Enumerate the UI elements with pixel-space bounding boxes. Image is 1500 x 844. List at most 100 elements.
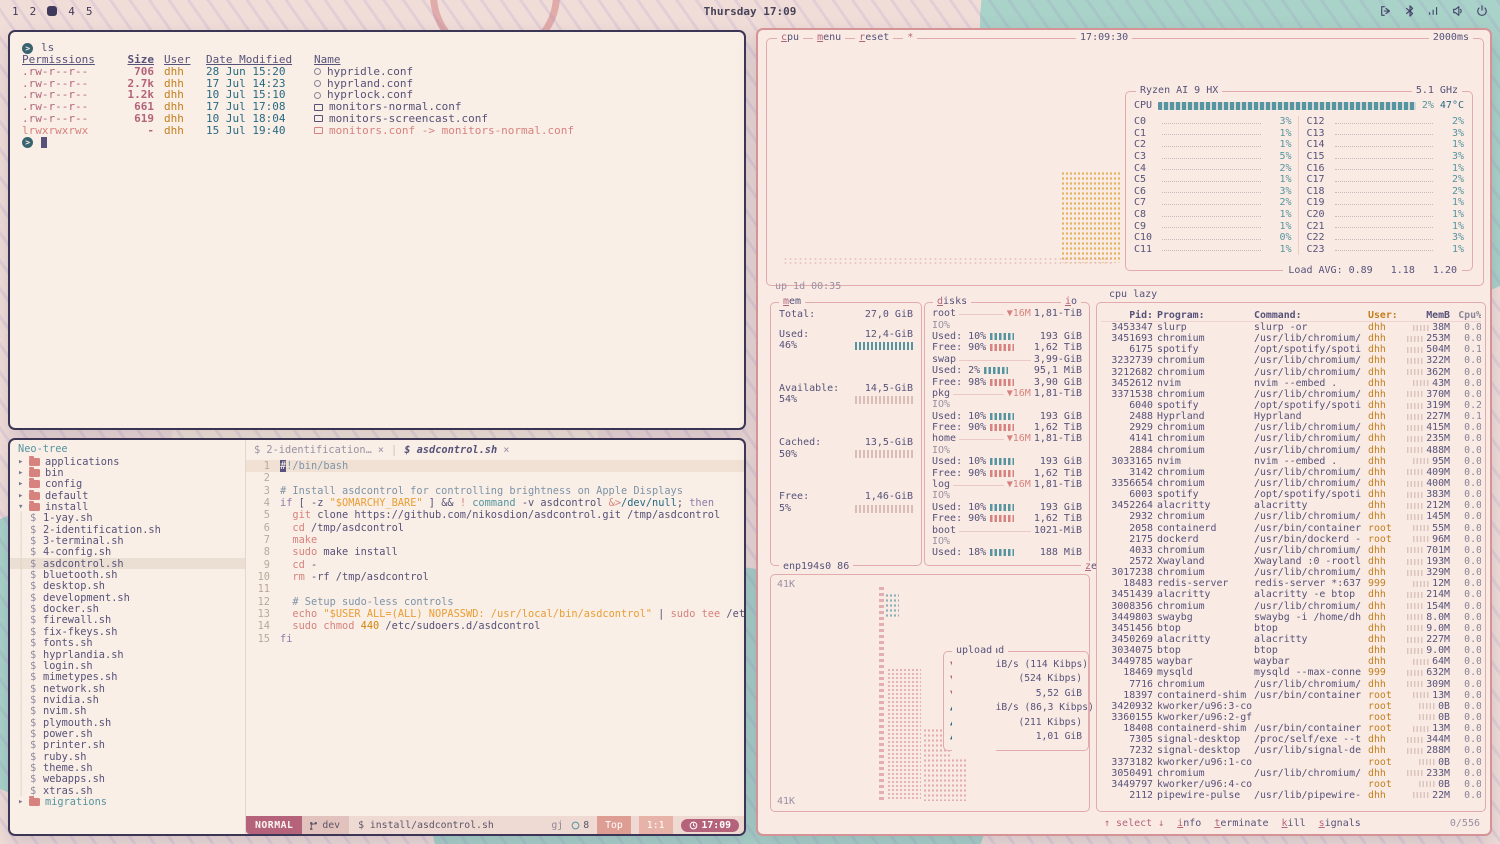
process-row[interactable]: 3033165nvimnvim --embed .dhh95M0.0 (1101, 456, 1481, 467)
tree-file-asdcontrol.sh[interactable]: │$asdcontrol.sh (10, 558, 245, 569)
reset-button[interactable]: reset (855, 32, 893, 44)
process-row[interactable]: 2572XwaylandXwayland :0 -rootldhh193M0.0 (1101, 556, 1481, 567)
tree-file-webapps.sh[interactable]: │$webapps.sh (18, 774, 245, 785)
footer-signals[interactable]: signals (1319, 818, 1361, 829)
tree-file-3-terminal.sh[interactable]: │$3-terminal.sh (18, 535, 245, 546)
close-icon[interactable]: × (503, 444, 509, 456)
process-row[interactable]: 3142chromium/usr/lib/chromium/dhh409M0.0 (1101, 467, 1481, 478)
footer-info[interactable]: info (1177, 818, 1201, 829)
tree-file-bluetooth.sh[interactable]: │$bluetooth.sh (18, 569, 245, 580)
process-row[interactable]: 3373182kworker/u96:1-coroot0B0.0 (1101, 756, 1481, 767)
volume-icon[interactable] (1452, 5, 1464, 17)
process-row[interactable]: 3017238chromium/usr/lib/chromium/dhh329M… (1101, 567, 1481, 578)
code-line[interactable]: 10 rm -rf /tmp/asdcontrol (246, 571, 744, 583)
tree-folder-install[interactable]: ▾install (18, 501, 245, 512)
tree-folder-bin[interactable]: ▸bin (18, 467, 245, 478)
process-row[interactable]: 3034075btopbtopdhh9.0M0.0 (1101, 645, 1481, 656)
process-row[interactable]: 3420932kworker/u96:3-coroot0B0.0 (1101, 701, 1481, 712)
footer-terminate[interactable]: terminate (1214, 818, 1268, 829)
workspace-4[interactable]: 4 (68, 6, 75, 17)
process-row[interactable]: 3451439alacrittyalacritty -e btopdhh214M… (1101, 589, 1481, 600)
code-line[interactable]: 12 # Setup sudo-less controls (246, 596, 744, 608)
process-row[interactable]: 2058containerd/usr/bin/containerroot55M0… (1101, 523, 1481, 534)
process-row[interactable]: 3449785waybarwaybardhh64M0.0 (1101, 656, 1481, 667)
tree-file-xtras.sh[interactable]: │$xtras.sh (18, 785, 245, 796)
workspace-5[interactable]: 5 (86, 6, 93, 17)
tree-file-fix-fkeys.sh[interactable]: │$fix-fkeys.sh (18, 626, 245, 637)
terminal-window[interactable]: ls PermissionsSizeUserDate ModifiedName … (8, 30, 746, 430)
tree-file-hyprlandia.sh[interactable]: │$hyprlandia.sh (18, 649, 245, 660)
process-row[interactable]: 4033chromium/usr/lib/chromium/dhh701M0.0 (1101, 545, 1481, 556)
proc-column-header[interactable]: MemB (1404, 310, 1450, 321)
process-row[interactable]: 3453347slurpslurp -ordhh38M0.0 (1101, 322, 1481, 333)
tree-folder-applications[interactable]: ▸applications (18, 456, 245, 467)
process-row[interactable]: 3050491chromium/usr/lib/chromium/dhh233M… (1101, 768, 1481, 779)
tree-file-fonts.sh[interactable]: │$fonts.sh (18, 638, 245, 649)
tree-file-power.sh[interactable]: │$power.sh (18, 728, 245, 739)
process-row[interactable]: 3356654chromium/usr/lib/chromium/dhh400M… (1101, 478, 1481, 489)
tree-file-4-config.sh[interactable]: │$4-config.sh (18, 547, 245, 558)
tree-file-1-yay.sh[interactable]: │$1-yay.sh (18, 513, 245, 524)
proc-column-header[interactable]: Pid: (1101, 310, 1153, 321)
code-line[interactable]: 11 (246, 583, 744, 595)
tab-2[interactable]: $ asdcontrol.sh× (404, 444, 509, 456)
process-row[interactable]: 7305signal-desktop/proc/self/exe --tdhh3… (1101, 734, 1481, 745)
process-row[interactable]: 18483redis-serverredis-server *:63799912… (1101, 578, 1481, 589)
process-row[interactable]: 2112pipewire-pulse/usr/lib/pipewire-dhh2… (1101, 790, 1481, 801)
process-row[interactable]: 2488HyprlandHyprlanddhh227M0.1 (1101, 411, 1481, 422)
process-row[interactable]: 3449803swaybgswaybg -i /home/dhdhh8.0M0.… (1101, 612, 1481, 623)
code-line[interactable]: 1#!/bin/bash (246, 460, 744, 472)
tab-1[interactable]: $ 2-identification…× (254, 444, 384, 456)
process-row[interactable]: 6003spotify/opt/spotify/spotidhh383M0.0 (1101, 489, 1481, 500)
footer-select[interactable]: ↑ select ↓ (1104, 818, 1164, 829)
menu-button[interactable]: menu (813, 32, 845, 44)
update-interval[interactable]: 2000ms (1429, 32, 1473, 44)
process-row[interactable]: 3452264alacrittyalacrittydhh212M0.0 (1101, 500, 1481, 511)
tree-file-mimetypes.sh[interactable]: │$mimetypes.sh (18, 672, 245, 683)
tree-file-theme.sh[interactable]: │$theme.sh (18, 762, 245, 773)
process-row[interactable]: 3451456btopbtopdhh9.0M0.0 (1101, 623, 1481, 634)
footer-kill[interactable]: kill (1282, 818, 1306, 829)
code-line[interactable]: 8 sudo make install (246, 546, 744, 558)
process-row[interactable]: 3371538chromium/usr/lib/chromium/dhh370M… (1101, 389, 1481, 400)
tree-file-ruby.sh[interactable]: │$ruby.sh (18, 751, 245, 762)
tree-folder-config[interactable]: ▸config (18, 479, 245, 490)
net-interface[interactable]: enp194s0 (779, 561, 835, 573)
workspace-3[interactable] (47, 6, 57, 16)
power-icon[interactable] (1476, 5, 1488, 17)
process-row[interactable]: 2175dockerd/usr/bin/dockerd -root96M0.0 (1101, 534, 1481, 545)
code-line[interactable]: 6 cd /tmp/asdcontrol (246, 522, 744, 534)
proc-column-header[interactable]: Program: (1157, 310, 1250, 321)
tree-file-printer.sh[interactable]: │$printer.sh (18, 740, 245, 751)
io-toggle[interactable]: io (1061, 296, 1081, 308)
process-row[interactable]: 7716chromium/usr/lib/chromium/dhh309M0.0 (1101, 679, 1481, 690)
process-row[interactable]: 3450269alacrittyalacrittydhh227M0.0 (1101, 634, 1481, 645)
tree-file-login.sh[interactable]: │$login.sh (18, 660, 245, 671)
tree-file-nvim.sh[interactable]: │$nvim.sh (18, 706, 245, 717)
tree-file-2-identification.sh[interactable]: │$2-identification.sh (18, 524, 245, 535)
mem-box-label[interactable]: mem (779, 296, 805, 308)
code-line[interactable]: 3# Install asdcontrol for controlling br… (246, 485, 744, 497)
close-icon[interactable]: × (378, 444, 384, 456)
process-row[interactable]: 2884chromium/usr/lib/chromium/dhh488M0.0 (1101, 445, 1481, 456)
process-row[interactable]: 3360155kworker/u96:2-gfroot0B0.0 (1101, 712, 1481, 723)
process-row[interactable]: 6175spotify/opt/spotify/spotidhh504M0.1 (1101, 344, 1481, 355)
process-row[interactable]: 3451693chromium/usr/lib/chromium/dhh253M… (1101, 333, 1481, 344)
process-row[interactable]: 18408containerd-shim/usr/bin/containerro… (1101, 723, 1481, 734)
code-area[interactable]: 1#!/bin/bash23# Install asdcontrol for c… (246, 459, 744, 816)
process-row[interactable]: 6040spotify/opt/spotify/spotidhh319M0.2 (1101, 400, 1481, 411)
code-line[interactable]: 2 (246, 472, 744, 484)
process-row[interactable]: 3008356chromium/usr/lib/chromium/dhh154M… (1101, 601, 1481, 612)
process-row[interactable]: 4141chromium/usr/lib/chromium/dhh235M0.0 (1101, 433, 1481, 444)
bluetooth-icon[interactable] (1404, 5, 1416, 17)
code-line[interactable]: 5 git clone https://github.com/nikosdion… (246, 509, 744, 521)
code-line[interactable]: 7 make (246, 534, 744, 546)
process-row[interactable]: 18469mysqldmysqld --max-conne999632M0.0 (1101, 667, 1481, 678)
process-row[interactable]: 3212682chromium/usr/lib/chromium/dhh362M… (1101, 367, 1481, 378)
process-row[interactable]: 2932chromium/usr/lib/chromium/dhh145M0.0 (1101, 511, 1481, 522)
code-line[interactable]: 13 echo "$USER ALL=(ALL) NOPASSWD: /usr/… (246, 608, 744, 620)
tree-folder-default[interactable]: ▸default (18, 490, 245, 501)
disks-box-label[interactable]: disks (933, 296, 971, 308)
tree-file-desktop.sh[interactable]: │$desktop.sh (18, 581, 245, 592)
process-row[interactable]: 3449797kworker/u96:4-coroot0B0.0 (1101, 779, 1481, 790)
